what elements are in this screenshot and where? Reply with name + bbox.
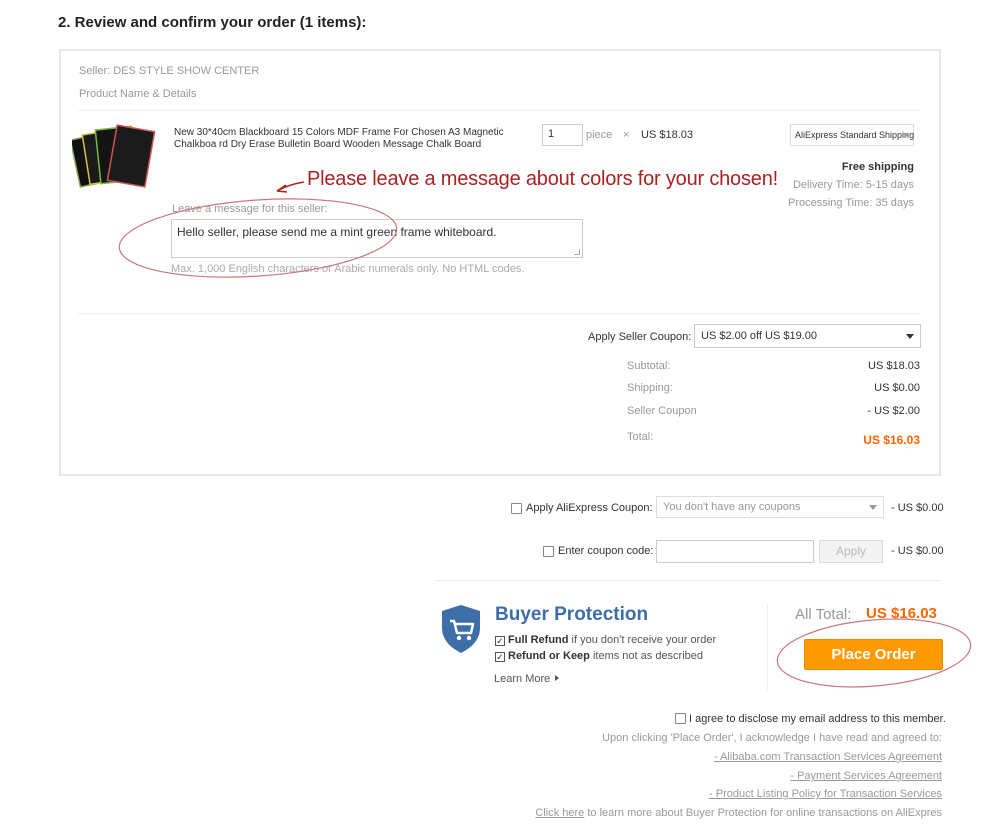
- processing-time: Processing Time: 35 days: [788, 197, 914, 209]
- message-help-text: Max. 1,000 English characters or Arabic …: [171, 263, 525, 275]
- full-refund-line: ✓ Full Refund if you don't receive your o…: [495, 634, 716, 646]
- learn-more-label: Learn More: [494, 673, 551, 685]
- shield-cart-icon: [442, 605, 480, 653]
- caret-right-icon: [555, 675, 560, 681]
- shipping-method-value: AliExpress Standard Shipping: [795, 130, 915, 140]
- shipping-label: Shipping:: [627, 382, 673, 394]
- learn-more-link[interactable]: Learn More: [494, 673, 560, 685]
- subtotal-label: Subtotal:: [627, 360, 671, 372]
- all-total-label: All Total:: [795, 606, 852, 623]
- payment-services-link[interactable]: - Payment Services Agreement: [790, 770, 942, 782]
- total-value: US $16.03: [863, 433, 920, 447]
- refund-or-keep-bold: Refund or Keep: [508, 650, 590, 662]
- disclose-email-label: I agree to disclose my email address to …: [689, 713, 946, 725]
- free-shipping-label: Free shipping: [841, 161, 914, 173]
- buyer-protection-title: Buyer Protection: [495, 604, 649, 625]
- quantity-unit: piece: [586, 129, 613, 141]
- divider: [78, 110, 921, 111]
- listing-policy-link[interactable]: - Product Listing Policy for Transaction…: [709, 788, 942, 800]
- shipping-method-select[interactable]: AliExpress Standard Shipping: [790, 124, 914, 146]
- total-label: Total:: [627, 431, 654, 443]
- aliexpress-coupon-placeholder: You don't have any coupons: [663, 501, 801, 513]
- seller-coupon-label: Apply Seller Coupon:: [588, 331, 692, 343]
- refund-or-keep-text: items not as described: [589, 650, 704, 662]
- full-refund-text: if you don't receive your order: [568, 634, 717, 646]
- agreement-ack: Upon clicking 'Place Order', I acknowled…: [602, 732, 942, 744]
- chevron-down-icon: [869, 505, 877, 510]
- coupon-code-checkbox[interactable]: [543, 546, 554, 557]
- section-title: 2. Review and confirm your order (1 item…: [58, 14, 367, 31]
- refund-or-keep-line: ✓ Refund or Keep items not as described: [495, 650, 703, 662]
- delivery-time: Delivery Time: 5-15 days: [792, 179, 914, 191]
- transaction-services-link[interactable]: - Alibaba.com Transaction Services Agree…: [714, 751, 942, 763]
- divider: [78, 313, 921, 314]
- coupon-code-input[interactable]: [656, 540, 814, 563]
- subtotal-value: US $18.03: [868, 360, 920, 372]
- seller-coupon-summary-label: Seller Coupon: [627, 405, 697, 417]
- quantity-input[interactable]: 1: [542, 124, 583, 146]
- coupon-code-value: - US $0.00: [891, 545, 944, 557]
- full-refund-bold: Full Refund: [508, 634, 569, 646]
- resize-grip-icon[interactable]: [574, 249, 580, 255]
- product-thumbnail[interactable]: [72, 122, 168, 198]
- seller-message-textarea[interactable]: Hello seller, please send me a mint gree…: [171, 219, 583, 258]
- aliexpress-coupon-label: Apply AliExpress Coupon:: [526, 502, 653, 514]
- aliexpress-coupon-select[interactable]: You don't have any coupons: [656, 496, 884, 518]
- chevron-down-icon: [903, 133, 909, 137]
- divider: [434, 580, 942, 581]
- click-here-text: to learn more about Buyer Protection for…: [584, 807, 942, 819]
- product-header: Product Name & Details: [79, 88, 197, 100]
- shipping-value: US $0.00: [874, 382, 920, 394]
- seller-coupon-summary-value: - US $2.00: [867, 405, 920, 417]
- aliexpress-coupon-value: - US $0.00: [891, 502, 944, 514]
- multiply-sign: ×: [623, 129, 630, 141]
- message-label: Leave a message for this seller:: [172, 203, 328, 215]
- apply-coupon-button[interactable]: Apply: [819, 540, 883, 563]
- seller-coupon-value: US $2.00 off US $19.00: [701, 330, 817, 342]
- divider: [767, 604, 768, 690]
- chevron-down-icon: [906, 334, 914, 339]
- checkmark-icon: ✓: [495, 636, 505, 646]
- coupon-code-label: Enter coupon code:: [558, 545, 654, 557]
- seller-name: Seller: DES STYLE SHOW CENTER: [79, 65, 260, 77]
- seller-coupon-select[interactable]: US $2.00 off US $19.00: [694, 324, 921, 348]
- aliexpress-coupon-checkbox[interactable]: [511, 503, 522, 514]
- unit-price: US $18.03: [641, 129, 693, 141]
- click-here-link[interactable]: Click here: [535, 807, 584, 819]
- seller-message-value: Hello seller, please send me a mint gree…: [177, 225, 497, 239]
- disclose-email-checkbox[interactable]: [675, 713, 686, 724]
- all-total-value: US $16.03: [866, 605, 937, 622]
- annotation-text: Please leave a message about colors for …: [307, 168, 778, 190]
- place-order-button[interactable]: Place Order: [804, 639, 943, 670]
- product-name-link[interactable]: New 30*40cm Blackboard 15 Colors MDF Fra…: [174, 127, 536, 151]
- checkmark-icon: ✓: [495, 652, 505, 662]
- click-here-line: Click here to learn more about Buyer Pro…: [535, 807, 942, 819]
